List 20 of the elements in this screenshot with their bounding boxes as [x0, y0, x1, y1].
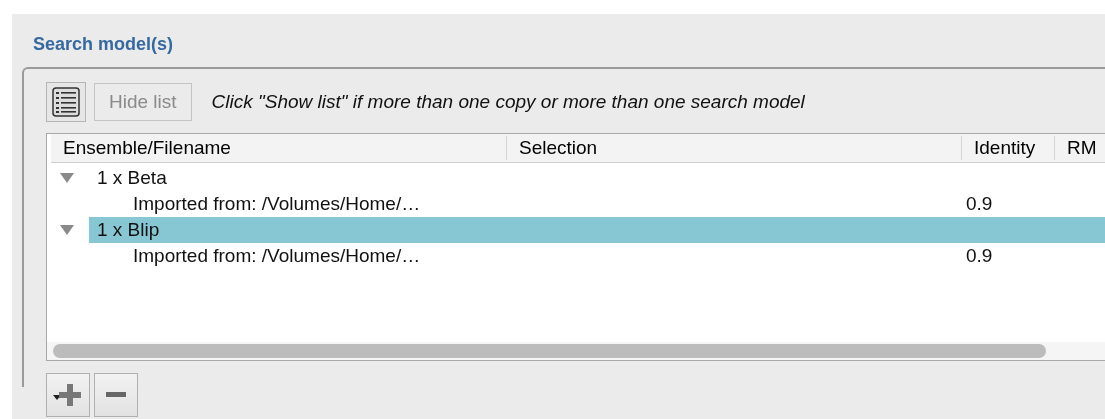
remove-button[interactable] — [94, 373, 138, 417]
table-cell-text: 0.9 — [965, 245, 994, 267]
section-title: Search model(s) — [33, 34, 175, 55]
list-icon — [52, 87, 80, 117]
list-view-button[interactable] — [46, 82, 86, 122]
column-header[interactable]: Identity — [961, 136, 1054, 160]
scrollbar-thumb[interactable] — [53, 344, 1046, 358]
column-header[interactable]: RM — [1054, 136, 1105, 160]
ensemble-row[interactable]: 1 x Blip — [89, 217, 1105, 243]
expanded-triangle-icon[interactable] — [59, 224, 75, 236]
table-cell-text: Imported from: /Volumes/Home/… — [132, 193, 422, 215]
hint-text: Click "Show list" if more than one copy or more than one search model — [211, 91, 805, 113]
table-cell-text: Imported from: /Volumes/Home/… — [132, 245, 422, 267]
expanded-triangle-icon[interactable] — [59, 172, 75, 184]
table-cell-text: 0.9 — [965, 193, 994, 215]
minus-icon — [106, 392, 126, 398]
column-header[interactable]: Selection — [506, 136, 961, 160]
column-header[interactable]: Ensemble/Filename — [51, 136, 506, 160]
ensemble-row[interactable]: 1 x Beta — [89, 165, 1105, 191]
add-button[interactable] — [46, 373, 90, 417]
